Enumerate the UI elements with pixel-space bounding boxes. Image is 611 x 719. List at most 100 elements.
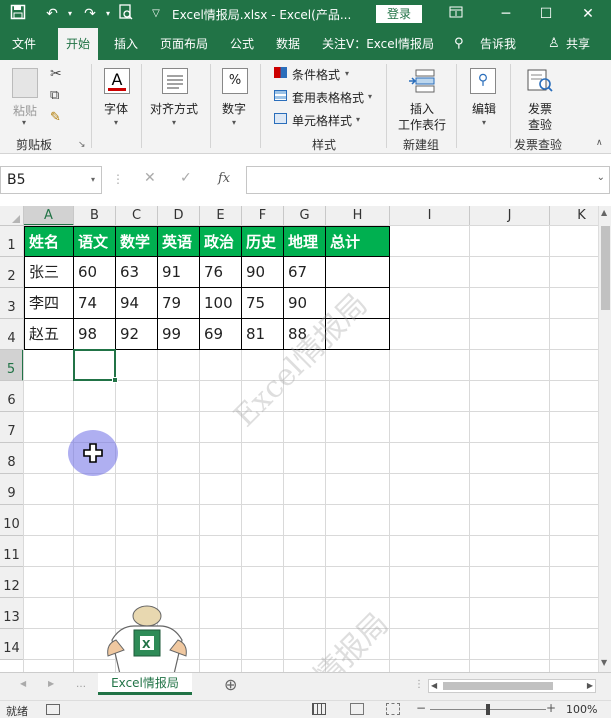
table-cell[interactable]: 91 [158, 257, 200, 288]
table-cell[interactable]: 100 [200, 288, 242, 319]
vertical-scrollbar[interactable]: ▲ ▼ [598, 206, 611, 672]
save-icon[interactable] [8, 4, 28, 24]
tab-formulas[interactable]: 公式 [230, 28, 254, 60]
insert-rows-label-2[interactable]: 工作表行 [398, 116, 446, 133]
search-icon[interactable]: ⚲ [470, 68, 496, 94]
number-format-icon[interactable]: % [222, 68, 248, 94]
fill-handle[interactable] [112, 377, 118, 383]
name-box-dropdown-icon[interactable]: ▾ [91, 167, 95, 193]
number-dropdown-icon[interactable]: ▾ [232, 118, 236, 127]
table-cell[interactable]: 李四 [24, 288, 74, 319]
normal-view-icon[interactable] [312, 703, 326, 715]
table-cell[interactable]: 张三 [24, 257, 74, 288]
invoice-check-label-2[interactable]: 查验 [528, 116, 552, 133]
header-cell[interactable]: 英语 [158, 226, 200, 257]
table-format-button[interactable]: 套用表格格式 [292, 89, 364, 106]
tab-page-layout[interactable]: 页面布局 [160, 28, 208, 60]
sheet-next-icon[interactable]: ▶ [48, 679, 54, 688]
scroll-up-icon[interactable]: ▲ [601, 208, 607, 217]
sheet-prev-icon[interactable]: ◀ [20, 679, 26, 688]
copy-icon[interactable]: ⧉ [50, 88, 59, 103]
maximize-icon[interactable]: ☐ [536, 4, 556, 24]
header-cell[interactable]: 地理 [284, 226, 326, 257]
cell-style-dropdown-icon[interactable]: ▾ [356, 115, 360, 124]
add-sheet-icon[interactable]: ⊕ [224, 675, 237, 694]
name-box[interactable]: B5 ▾ [0, 166, 102, 194]
table-cell[interactable]: 75 [242, 288, 284, 319]
alignment-label[interactable]: 对齐方式 [150, 100, 198, 117]
table-cell[interactable]: 98 [74, 319, 116, 350]
collapse-ribbon-icon[interactable]: ∧ [596, 138, 603, 148]
invoice-check-icon[interactable] [526, 68, 554, 94]
table-cell[interactable]: 60 [74, 257, 116, 288]
expand-formula-icon[interactable]: ⌄ [597, 172, 605, 183]
insert-function-icon[interactable]: fx [218, 171, 230, 186]
font-dropdown-icon[interactable]: ▾ [114, 118, 118, 127]
redo-dropdown-icon[interactable]: ▾ [98, 4, 118, 24]
sheet-tab-1[interactable]: Excel情报局 [98, 673, 192, 695]
number-label[interactable]: 数字 [222, 100, 246, 117]
table-cell[interactable]: 81 [242, 319, 284, 350]
paste-dropdown-icon[interactable]: ▾ [22, 118, 26, 127]
zoom-level[interactable]: 100% [566, 703, 597, 716]
scroll-left-icon[interactable]: ◀ [431, 681, 437, 690]
tab-data[interactable]: 数据 [276, 28, 300, 60]
ribbon-display-icon[interactable] [446, 4, 466, 24]
header-cell[interactable]: 姓名 [24, 226, 74, 257]
table-cell[interactable]: 79 [158, 288, 200, 319]
formula-input[interactable]: ⌄ [246, 166, 610, 194]
tab-follow[interactable]: 关注V：Excel情报局 [322, 28, 434, 60]
header-cell[interactable]: 总计 [326, 226, 390, 257]
insert-rows-label-1[interactable]: 插入 [410, 100, 434, 117]
conditional-format-button[interactable]: 条件格式 [292, 66, 340, 83]
edit-dropdown-icon[interactable]: ▾ [482, 118, 486, 127]
cell-style-button[interactable]: 单元格样式 [292, 112, 352, 129]
minimize-icon[interactable]: ─ [496, 4, 516, 24]
table-cell[interactable] [326, 257, 390, 288]
cancel-icon[interactable]: ✕ [144, 170, 156, 186]
zoom-in-icon[interactable]: + [546, 701, 556, 715]
close-icon[interactable]: ✕ [578, 4, 598, 24]
table-cell[interactable]: 99 [158, 319, 200, 350]
edit-label[interactable]: 编辑 [472, 100, 496, 117]
tell-me[interactable]: 告诉我 [480, 28, 516, 60]
clipboard-launcher-icon[interactable]: ↘ [78, 140, 86, 150]
paste-label[interactable]: 粘贴 [13, 102, 37, 119]
table-cell[interactable]: 63 [116, 257, 158, 288]
invoice-check-label-1[interactable]: 发票 [528, 100, 552, 117]
table-cell[interactable]: 74 [74, 288, 116, 319]
table-format-dropdown-icon[interactable]: ▾ [368, 92, 372, 101]
customize-toolbar-icon[interactable]: ▽ [146, 4, 166, 24]
alignment-dropdown-icon[interactable]: ▾ [172, 118, 176, 127]
conditional-format-dropdown-icon[interactable]: ▾ [345, 69, 349, 78]
horizontal-scroll-thumb[interactable] [443, 682, 553, 690]
table-cell[interactable]: 67 [284, 257, 326, 288]
paste-icon[interactable] [12, 68, 38, 98]
login-button[interactable]: 登录 [376, 5, 422, 23]
redo-icon[interactable]: ↷ [80, 4, 100, 24]
table-cell[interactable]: 92 [116, 319, 158, 350]
enter-icon[interactable]: ✓ [180, 170, 192, 186]
header-cell[interactable]: 政治 [200, 226, 242, 257]
vertical-scroll-thumb[interactable] [601, 226, 610, 310]
header-cell[interactable]: 语文 [74, 226, 116, 257]
undo-icon[interactable]: ↶ [42, 4, 62, 24]
table-cell[interactable]: 90 [242, 257, 284, 288]
table-cell[interactable]: 76 [200, 257, 242, 288]
zoom-out-icon[interactable]: − [416, 701, 426, 715]
zoom-slider-thumb[interactable] [486, 704, 490, 715]
table-cell[interactable]: 69 [200, 319, 242, 350]
font-icon[interactable]: A [104, 68, 130, 94]
user-icon[interactable]: ♙ [548, 28, 560, 60]
header-cell[interactable]: 历史 [242, 226, 284, 257]
sheet-more-icon[interactable]: … [76, 679, 86, 690]
horizontal-scrollbar[interactable]: ◀ ▶ [428, 679, 596, 693]
page-layout-view-icon[interactable] [350, 703, 364, 715]
header-cell[interactable]: 数学 [116, 226, 158, 257]
macro-record-icon[interactable] [46, 704, 60, 715]
insert-rows-icon[interactable] [408, 68, 436, 94]
tab-file[interactable]: 文件 [12, 28, 36, 60]
tab-home[interactable]: 开始 [58, 28, 99, 60]
lightbulb-icon[interactable]: ⚲ [454, 28, 464, 60]
scroll-down-icon[interactable]: ▼ [601, 658, 607, 667]
